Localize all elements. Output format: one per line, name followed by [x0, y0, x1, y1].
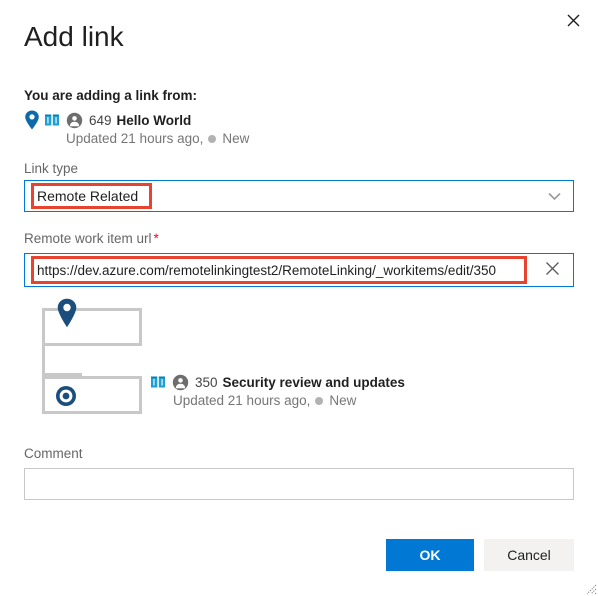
remote-url-label: Remote work item url *	[24, 231, 159, 246]
source-work-item: 649 Hello World Updated 21 hours ago, Ne…	[24, 110, 444, 146]
target-updated-text: Updated 21 hours ago,	[173, 393, 311, 408]
source-work-item-header: 649 Hello World	[24, 110, 444, 130]
source-state-label: New	[222, 131, 250, 146]
remote-url-input[interactable]	[25, 254, 531, 286]
link-type-dropdown[interactable]: Remote Related	[24, 180, 574, 212]
required-asterisk: *	[153, 231, 159, 246]
source-work-item-id[interactable]: 649	[89, 113, 112, 128]
target-state-label: New	[329, 393, 357, 408]
close-button[interactable]	[556, 4, 590, 36]
chevron-down-icon	[548, 192, 561, 201]
source-updated-text: Updated 21 hours ago,	[66, 131, 204, 146]
target-work-item: 350 Security review and updates Updated …	[150, 372, 580, 408]
location-pin-icon	[24, 110, 40, 130]
link-type-value: Remote Related	[37, 188, 139, 204]
tree-connector-vertical	[42, 346, 45, 376]
person-badge-icon	[172, 374, 189, 391]
status-dot	[315, 396, 324, 405]
epic-book-icon	[44, 112, 60, 128]
target-bullseye-icon	[54, 384, 78, 408]
comment-input[interactable]	[25, 469, 573, 499]
close-icon	[567, 14, 580, 27]
status-dot	[208, 134, 217, 143]
source-work-item-meta: Updated 21 hours ago, New	[66, 131, 444, 146]
target-work-item-title[interactable]: Security review and updates	[223, 375, 405, 390]
epic-book-icon	[150, 374, 166, 390]
target-work-item-meta: Updated 21 hours ago, New	[173, 393, 580, 408]
target-work-item-id[interactable]: 350	[195, 375, 218, 390]
comment-field[interactable]	[24, 468, 574, 500]
add-link-dialog: Add link You are adding a link from: 649…	[0, 0, 598, 596]
remote-url-field[interactable]	[24, 253, 574, 287]
source-work-item-title[interactable]: Hello World	[117, 113, 192, 128]
clear-x-icon	[545, 261, 560, 279]
ok-button[interactable]: OK	[386, 539, 474, 571]
cancel-button[interactable]: Cancel	[484, 539, 574, 571]
clear-url-button[interactable]	[531, 254, 573, 286]
resize-grip-icon[interactable]	[583, 581, 597, 595]
link-type-label: Link type	[24, 161, 79, 176]
target-work-item-header: 350 Security review and updates	[150, 372, 580, 392]
comment-label: Comment	[24, 446, 83, 461]
location-pin-icon	[56, 298, 78, 328]
person-badge-icon	[66, 112, 83, 129]
remote-url-label-text: Remote work item url	[24, 231, 152, 246]
adding-link-from-label: You are adding a link from:	[24, 88, 198, 103]
page-title: Add link	[24, 21, 124, 52]
